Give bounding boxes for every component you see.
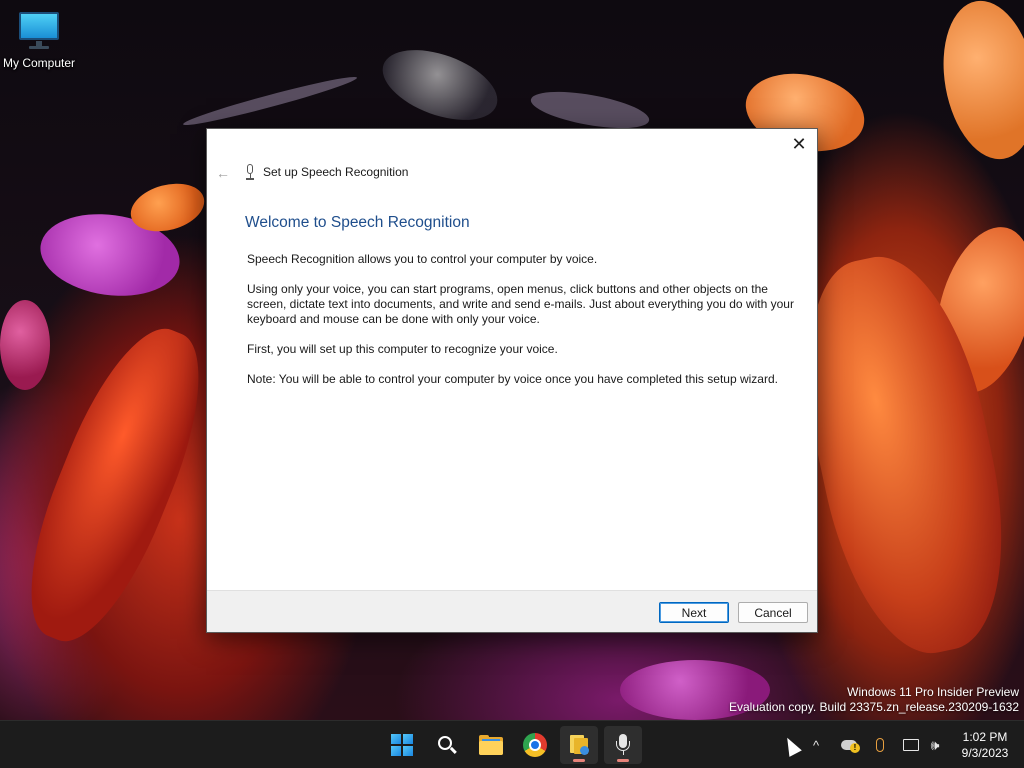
wallpaper-shape: [373, 36, 507, 134]
start-button[interactable]: [383, 726, 421, 764]
contacts-button[interactable]: [560, 726, 598, 764]
wizard-footer: Next Cancel: [207, 590, 817, 632]
windows-logo-icon: [391, 734, 413, 756]
cloud-icon: !: [841, 740, 860, 753]
microphone-icon: [616, 734, 630, 756]
show-hidden-icons-button[interactable]: ^: [806, 733, 826, 757]
evaluation-watermark: Windows 11 Pro Insider Preview Evaluatio…: [729, 685, 1019, 715]
running-indicator: [573, 759, 585, 762]
back-button: ←: [213, 165, 233, 181]
wizard-header: Set up Speech Recognition: [245, 164, 408, 180]
volume-icon: 🕪: [930, 736, 940, 753]
microphone-in-use-icon: [876, 738, 884, 752]
chrome-button[interactable]: [516, 726, 554, 764]
wallpaper-shape: [181, 71, 359, 131]
notes-icon: [568, 734, 590, 756]
close-icon: ✕: [791, 133, 807, 154]
paragraph: First, you will set up this computer to …: [247, 342, 558, 356]
paragraph: Speech Recognition allows you to control…: [247, 252, 598, 266]
cancel-button[interactable]: Cancel: [738, 602, 808, 623]
network-tray-button[interactable]: [901, 733, 921, 757]
taskbar: ^ ! 🕪 1:02 PM 9/3/2023: [0, 720, 1024, 768]
chrome-icon: [523, 733, 547, 757]
running-indicator: [617, 759, 629, 762]
clock-time: 1:02 PM: [962, 730, 1008, 744]
close-button[interactable]: ✕: [787, 133, 811, 155]
clock[interactable]: 1:02 PM 9/3/2023: [950, 729, 1020, 761]
paragraph: Note: You will be able to control your c…: [247, 372, 778, 386]
desktop-icon-label: My Computer: [2, 56, 76, 70]
microphone-tray-button[interactable]: [871, 733, 889, 757]
desktop-icon-my-computer[interactable]: My Computer: [0, 8, 78, 70]
clock-date: 9/3/2023: [961, 746, 1009, 760]
wizard-body: Speech Recognition allows you to control…: [247, 252, 807, 402]
watermark-line: Windows 11 Pro Insider Preview: [847, 685, 1019, 699]
search-button[interactable]: [428, 726, 466, 764]
wizard-title: Set up Speech Recognition: [263, 165, 409, 179]
back-arrow-icon: ←: [216, 165, 230, 181]
speech-recognition-taskbar-button[interactable]: [604, 726, 642, 764]
next-button[interactable]: Next: [659, 602, 729, 623]
volume-tray-button[interactable]: 🕪: [925, 733, 945, 757]
watermark-line: Evaluation copy. Build 23375.zn_release.…: [729, 700, 1019, 714]
monitor-icon: [17, 10, 61, 50]
folder-icon: [479, 735, 503, 755]
wallpaper-shape: [0, 300, 50, 390]
search-icon: [437, 735, 457, 755]
chevron-up-icon: ^: [812, 737, 820, 753]
page-heading: Welcome to Speech Recognition: [245, 214, 470, 231]
warning-icon: !: [850, 743, 860, 753]
file-explorer-button[interactable]: [472, 726, 510, 764]
onedrive-tray-button[interactable]: !: [838, 733, 860, 757]
network-icon: [903, 739, 919, 751]
wallpaper-shape: [931, 0, 1024, 167]
microphone-icon: [245, 164, 255, 180]
speech-recognition-wizard: ✕ ← Set up Speech Recognition Welcome to…: [206, 128, 818, 633]
paragraph: Using only your voice, you can start pro…: [247, 282, 794, 326]
